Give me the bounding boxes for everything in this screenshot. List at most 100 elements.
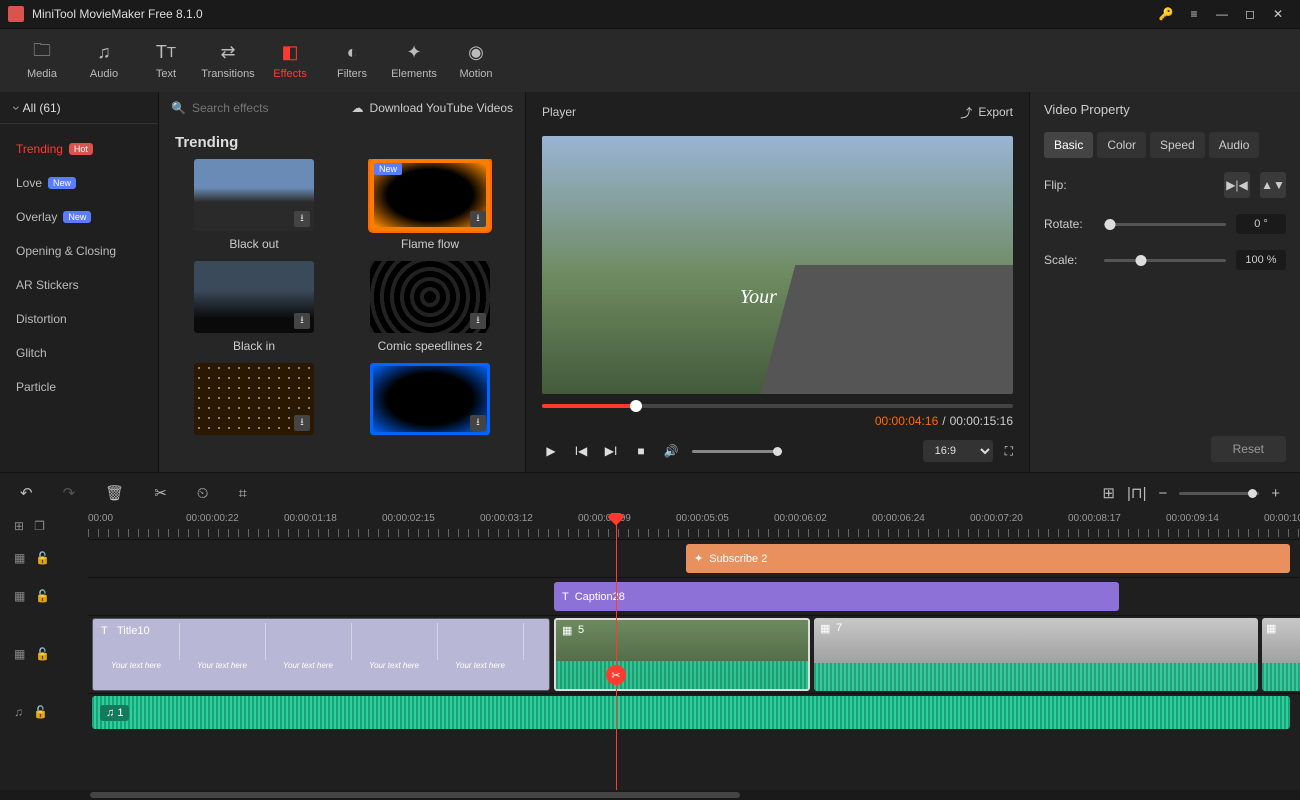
download-icon[interactable]: ⭳: [294, 313, 310, 329]
lock-icon[interactable]: 🔓: [35, 551, 50, 565]
effect-card[interactable]: ⭳: [351, 363, 509, 441]
download-icon[interactable]: ⭳: [294, 211, 310, 227]
audio-clip[interactable]: ♫ 1: [92, 696, 1290, 729]
tool-audio[interactable]: ♫Audio: [74, 33, 134, 89]
timeline-tracks[interactable]: 00:0000:00:00:2200:00:01:1800:00:02:1500…: [88, 513, 1300, 790]
effect-card[interactable]: ⭳Comic speedlines 2: [351, 261, 509, 353]
category-love[interactable]: LoveNew: [0, 166, 158, 200]
volume-slider[interactable]: [692, 450, 782, 453]
key-icon[interactable]: 🔑: [1152, 0, 1180, 28]
play-button[interactable]: ▶: [542, 442, 560, 460]
element-clip[interactable]: ✦Subscribe 2: [686, 544, 1290, 573]
effect-card[interactable]: ⭳Black out: [175, 159, 333, 251]
category-all[interactable]: All (61): [0, 92, 158, 124]
download-icon[interactable]: ⭳: [470, 211, 486, 227]
search-icon: 🔍: [171, 101, 186, 115]
text-track[interactable]: TCaption28: [88, 577, 1300, 615]
category-particle[interactable]: Particle: [0, 370, 158, 404]
effect-card[interactable]: New⭳Flame flow: [351, 159, 509, 251]
sparkle-icon: ✦: [694, 552, 703, 565]
timeline-scrollbar[interactable]: [0, 790, 1300, 800]
playhead[interactable]: ✂: [616, 513, 617, 790]
prev-frame-button[interactable]: I◀: [572, 442, 590, 460]
video-clip[interactable]: ▦7: [814, 618, 1258, 691]
tab-audio[interactable]: Audio: [1209, 132, 1260, 158]
duplicate-track-icon[interactable]: ❐: [34, 519, 45, 533]
download-icon[interactable]: ⭳: [294, 415, 310, 431]
music-icon: ♫ 1: [100, 705, 129, 721]
tool-transitions[interactable]: ⇄Transitions: [198, 33, 258, 89]
audio-track[interactable]: ♫ 1: [88, 693, 1300, 731]
next-frame-button[interactable]: ▶I: [602, 442, 620, 460]
search-input[interactable]: [192, 101, 352, 115]
section-title: Trending: [159, 124, 525, 159]
speed-button[interactable]: ⏲: [197, 485, 209, 502]
category-ar-stickers[interactable]: AR Stickers: [0, 268, 158, 302]
lock-icon[interactable]: 🔓: [35, 589, 50, 603]
effect-card[interactable]: ⭳: [175, 363, 333, 441]
undo-button[interactable]: ↶: [20, 484, 33, 502]
crop-button[interactable]: ⌗: [238, 485, 246, 502]
reset-button[interactable]: Reset: [1211, 436, 1286, 462]
scale-value[interactable]: 100 %: [1236, 250, 1286, 270]
volume-icon[interactable]: 🔊: [662, 442, 680, 460]
elements-icon: ✦: [406, 42, 421, 64]
fullscreen-button[interactable]: ⛶: [1005, 444, 1013, 459]
zoom-slider[interactable]: [1179, 492, 1259, 495]
add-track-icon[interactable]: ⊞: [14, 519, 24, 533]
tool-media[interactable]: 🗀Media: [12, 33, 72, 89]
maximize-button[interactable]: ◻: [1236, 0, 1264, 28]
stop-button[interactable]: ■: [632, 442, 650, 460]
current-time: 00:00:04:16: [875, 414, 938, 428]
flip-vertical-button[interactable]: ▲▼: [1260, 172, 1286, 198]
minimize-button[interactable]: —: [1208, 0, 1236, 28]
caption-clip[interactable]: TCaption28: [554, 582, 1119, 611]
preview-area[interactable]: Your: [542, 136, 1013, 394]
zoom-out-button[interactable]: −: [1158, 485, 1167, 502]
timeline-ruler[interactable]: 00:0000:00:00:2200:00:01:1800:00:02:1500…: [88, 513, 1300, 539]
video-track[interactable]: T Title10 Your text here Your text here …: [88, 615, 1300, 693]
video-clip[interactable]: ▦: [1262, 618, 1300, 691]
app-title: MiniTool MovieMaker Free 8.1.0: [32, 7, 1152, 21]
seek-bar[interactable]: [542, 404, 1013, 408]
tab-speed[interactable]: Speed: [1150, 132, 1205, 158]
category-glitch[interactable]: Glitch: [0, 336, 158, 370]
lock-icon[interactable]: 🔓: [35, 647, 50, 661]
video-clip[interactable]: ▦5: [554, 618, 810, 691]
category-trending[interactable]: TrendingHot: [0, 132, 158, 166]
redo-button[interactable]: ↷: [63, 484, 76, 502]
delete-button[interactable]: 🗑: [105, 484, 124, 502]
tool-filters[interactable]: ◐Filters: [322, 33, 382, 89]
zoom-in-button[interactable]: +: [1271, 485, 1280, 502]
snap-button[interactable]: |⊓|: [1127, 484, 1147, 502]
scale-slider[interactable]: [1104, 259, 1226, 262]
fit-button[interactable]: ⊞: [1102, 484, 1115, 502]
rotate-slider[interactable]: [1104, 223, 1226, 226]
video-track-icon: ▦: [14, 551, 25, 565]
main-toolbar: 🗀Media ♫Audio TTText ⇄Transitions ◧Effec…: [0, 28, 1300, 92]
category-distortion[interactable]: Distortion: [0, 302, 158, 336]
tab-basic[interactable]: Basic: [1044, 132, 1093, 158]
split-button[interactable]: ✂: [154, 484, 167, 502]
tool-motion[interactable]: ◉Motion: [446, 33, 506, 89]
lock-icon[interactable]: 🔓: [33, 705, 48, 719]
rotate-value[interactable]: 0 °: [1236, 214, 1286, 234]
menu-icon[interactable]: ≡: [1180, 0, 1208, 28]
export-button[interactable]: ⤴ Export: [960, 104, 1013, 121]
aspect-ratio-select[interactable]: 16:9: [923, 440, 993, 462]
category-opening-closing[interactable]: Opening & Closing: [0, 234, 158, 268]
effect-card[interactable]: ⭳Black in: [175, 261, 333, 353]
scissors-icon[interactable]: ✂: [606, 665, 626, 685]
tool-effects[interactable]: ◧Effects: [260, 33, 320, 89]
download-youtube-link[interactable]: ☁ Download YouTube Videos: [352, 101, 513, 115]
flip-horizontal-button[interactable]: ▶|◀: [1224, 172, 1250, 198]
element-track[interactable]: ✦Subscribe 2: [88, 539, 1300, 577]
category-overlay[interactable]: OverlayNew: [0, 200, 158, 234]
download-icon[interactable]: ⭳: [470, 313, 486, 329]
tool-elements[interactable]: ✦Elements: [384, 33, 444, 89]
close-button[interactable]: ✕: [1264, 0, 1292, 28]
download-icon[interactable]: ⭳: [470, 415, 486, 431]
tab-color[interactable]: Color: [1097, 132, 1146, 158]
tool-text[interactable]: TTText: [136, 33, 196, 89]
title-clip[interactable]: T Title10 Your text here Your text here …: [92, 618, 550, 691]
